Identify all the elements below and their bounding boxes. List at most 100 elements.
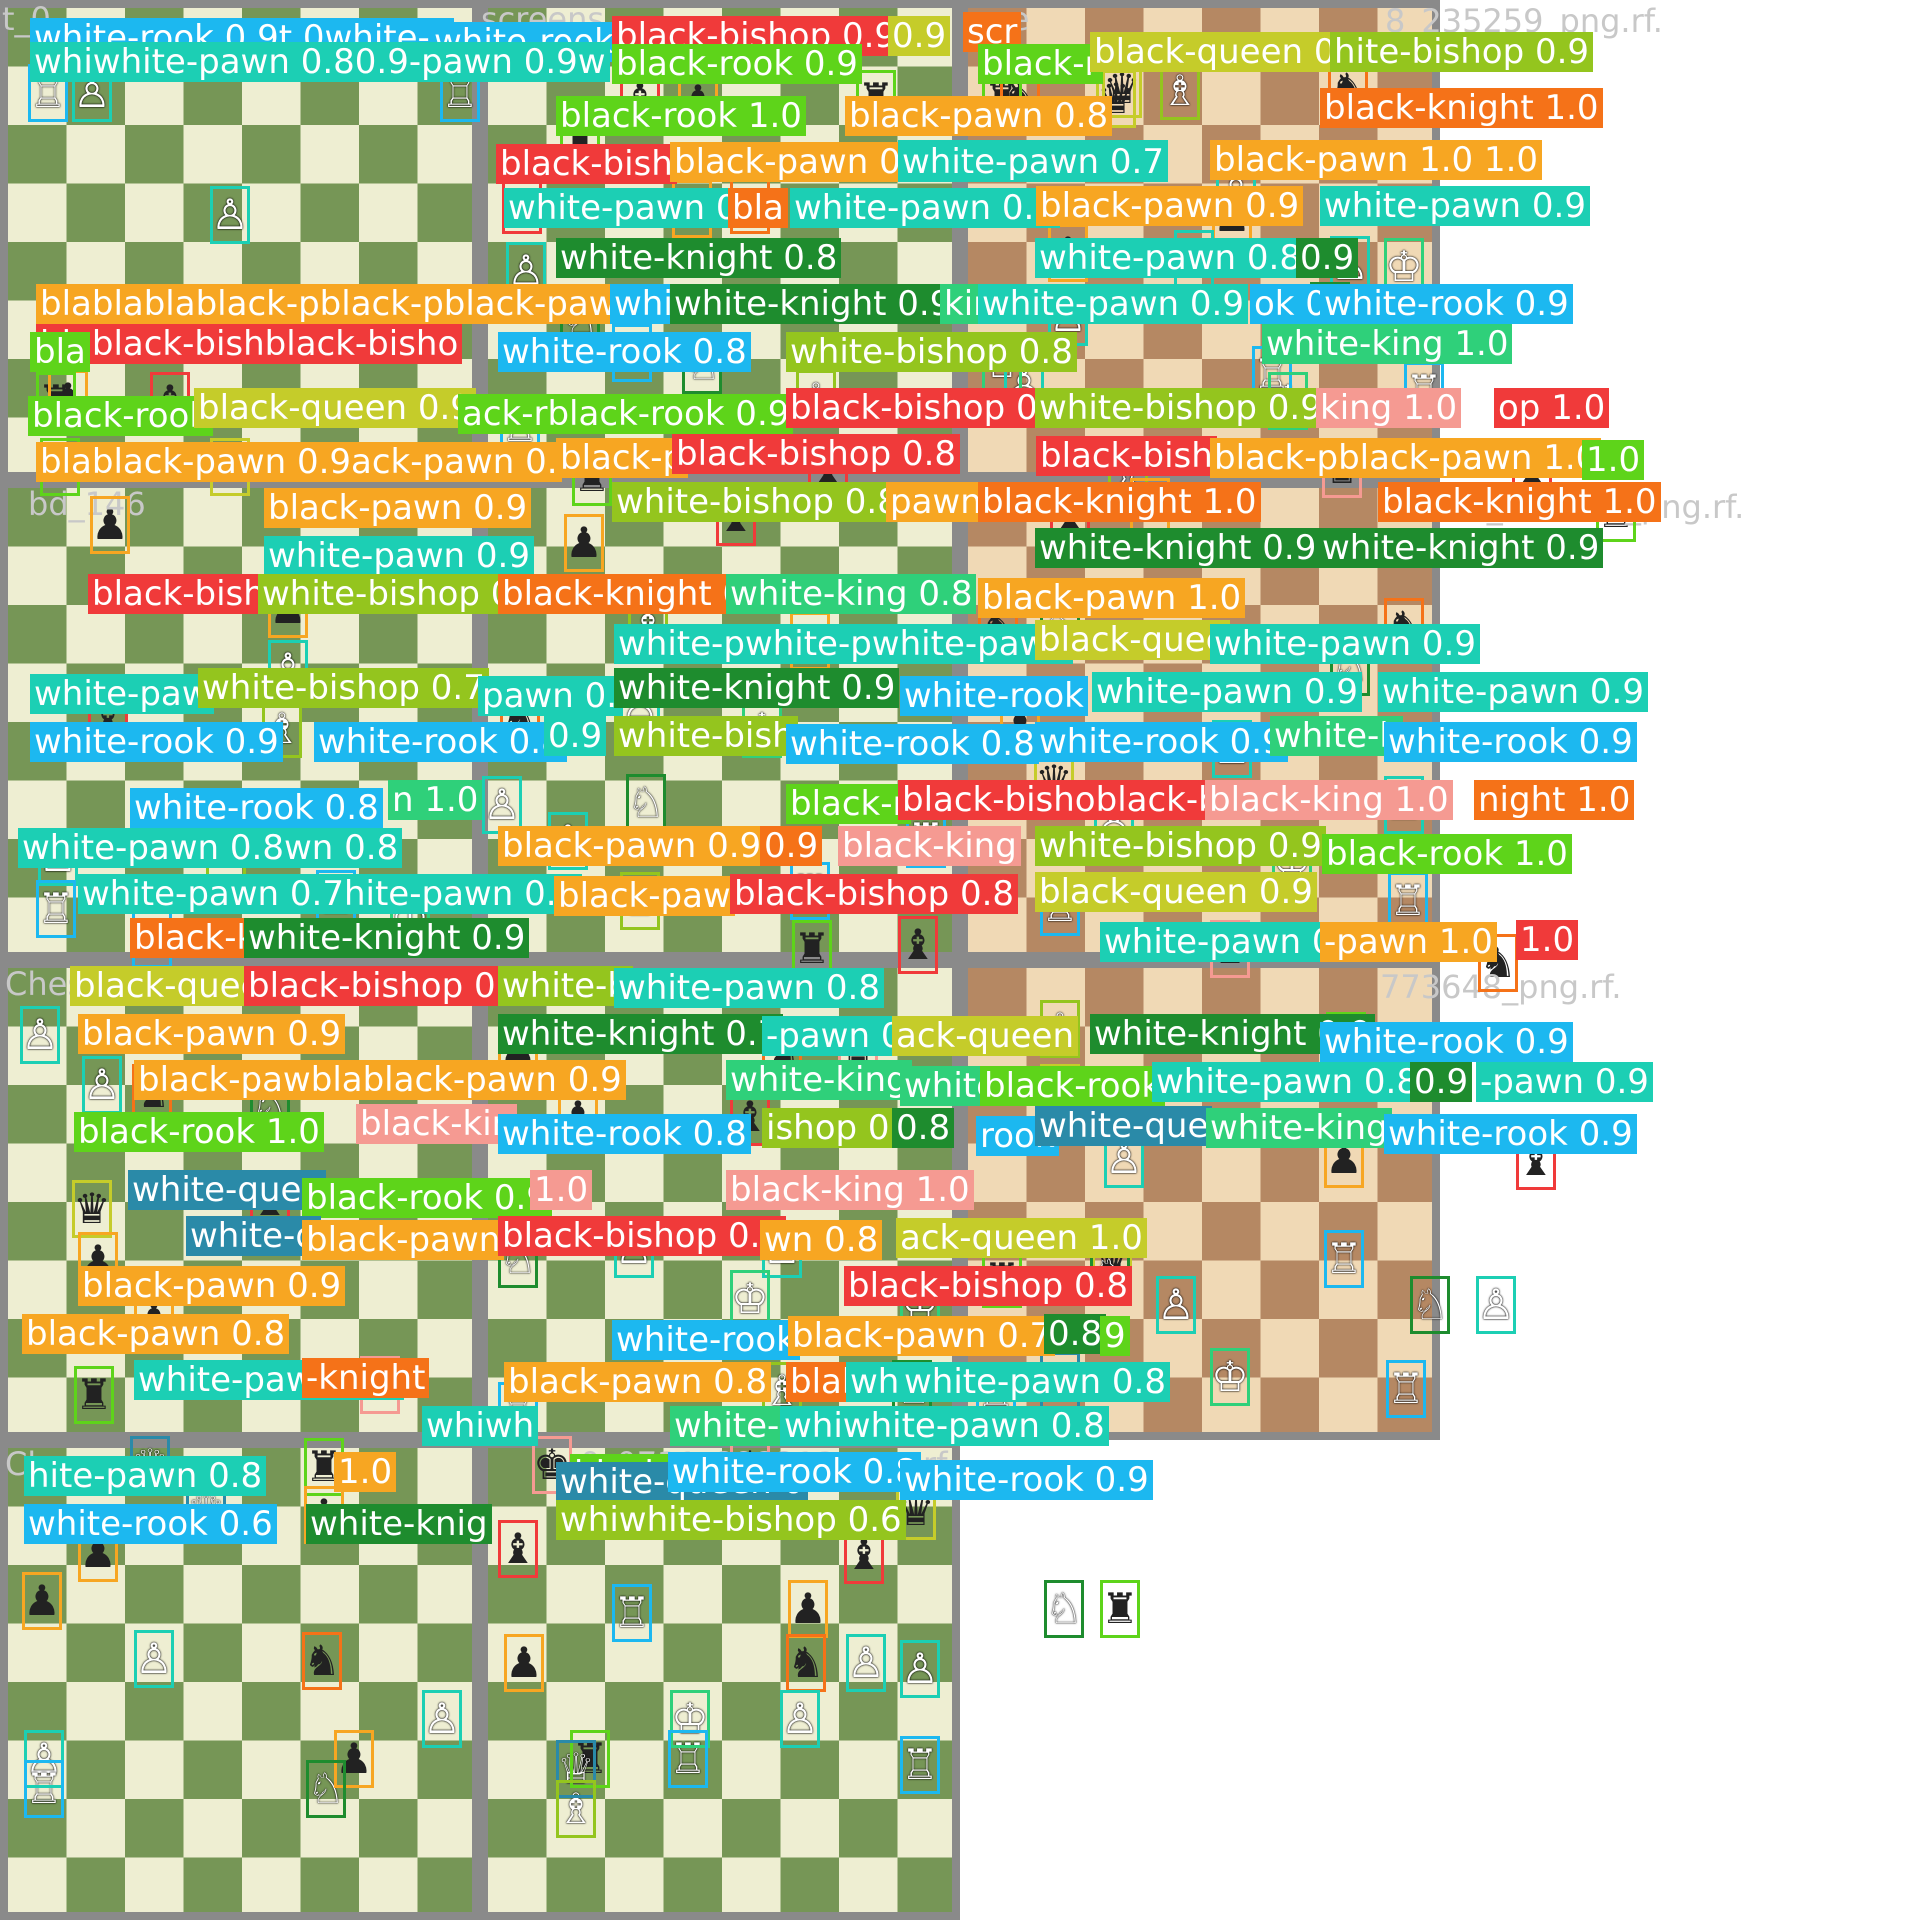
detection-label: white-pawn 0. [504,188,753,228]
detection-label: white-pawn 0.8 [790,188,1060,228]
detection-box [900,1640,940,1698]
detection-label: pawn [886,482,986,522]
detection-box [900,1736,940,1794]
detection-label: white-king [726,1060,912,1100]
detection-label: white-rook 0.8 [498,332,751,372]
detection-box [134,1630,174,1688]
detection-label: hite-bishop 0.9 [1330,32,1594,72]
detection-label: white-knight 0.9 [670,284,956,324]
detection-label: whiwhite-bishop 0.6 [556,1500,906,1540]
detection-label: white-knight 0.8 [556,238,842,278]
detection-label: black-bishop 0.8 [730,874,1019,914]
detection-label: op 1.0 [1494,388,1610,428]
detection-box [612,1584,652,1642]
detection-box [302,1632,342,1690]
detection-label: ack-queen 1.0 [896,1218,1147,1258]
detection-label: white-pwhite-pwhite-pawn [614,624,1073,664]
detection-label: black-pawn 0.9 [498,826,766,866]
detection-label: black-r [978,44,1103,84]
detection-box [20,1006,60,1064]
detection-box [1476,1276,1516,1334]
detection-box [1210,1348,1250,1406]
detection-label: white-rook [900,676,1088,716]
detection-label: white-knight 0.9 [1035,528,1321,568]
detection-label: white-rook 0.9 [1384,722,1637,762]
detection-label: -pawn 1.0 [1320,922,1497,962]
detection-label: black-bishop 0.8 [498,1216,787,1256]
detection-label: black-p [556,438,689,478]
detection-label: whiwh [422,1406,539,1446]
detection-label: black-queen 0.9 [194,388,476,428]
detection-box [90,496,130,554]
detection-box [846,1634,886,1692]
detection-box [1156,1276,1196,1334]
detection-label: white-rook 0.6 [24,1504,277,1544]
detection-label: white-pawn 0.9 [1320,186,1590,226]
detection-label: black-queen 0.9 [1035,872,1317,912]
detection-label: pawn 0. [478,676,622,716]
detection-label: white-king 1.0 [1262,324,1513,364]
detection-label: white-king 0.8 [726,574,977,614]
detection-label: black-pawn 0.9 [1036,186,1304,226]
detection-box [898,916,938,974]
detection-label: white-bishop 0 [258,574,517,614]
detection-label: white-rook 0.8 [314,722,567,762]
detection-label: white-pawn 0.8 [900,1362,1170,1402]
detection-label: white-quee [128,1170,327,1210]
detection-label: black-knight 1.0 [978,482,1261,522]
detection-label: white-pawn 0.9 [1210,624,1480,664]
detection-label: n 1.0 [388,780,483,820]
detection-label: black-pawn 0.8 [504,1362,772,1402]
detection-label: white-rook [612,1320,800,1360]
detection-label: black-bishop 0.8 [844,1266,1133,1306]
detection-label: black-pawn 0 [670,142,905,182]
detection-box [1100,1580,1140,1638]
detection-box [564,514,604,572]
detection-box [1386,1360,1426,1418]
detection-label: white-king [1206,1108,1392,1148]
detection-label: white-pawn 0.9 [1092,672,1362,712]
detection-label: white-rook 0.8 [130,788,383,828]
detection-label: whiwhite-pawn 0.80.9-pawn 0.9w [30,42,610,82]
detection-label: bla [728,188,788,228]
detection-label: blablack-bishblack-bisho [36,324,463,364]
detection-label: black-quee [1035,620,1231,660]
detection-label: black-bish [496,144,677,184]
detection-label: whi [610,284,677,324]
detection-label: white-rook 0.8 [668,1452,921,1492]
detection-label: black-rook 1.0 [556,96,806,136]
detection-label: white-bishop 0.7 [198,668,489,708]
detection-box [668,1730,708,1788]
detection-label: black-rook 0.9 [302,1178,552,1218]
detection-box [498,1520,538,1578]
detection-label: 0.9 [760,826,823,866]
detection-label: blablack-pawn 0.9ack-pawn 0. [36,442,562,482]
detection-label: -pawn 0.9 [1476,1062,1653,1102]
detection-box [1044,1580,1084,1638]
detection-label: black-rook 1.0 [74,1112,324,1152]
detection-label: wn 0.8 [760,1220,883,1260]
detection-label: black-pawn 0.9 [264,488,532,528]
detection-label: black-pawn 1.0 1.0 [1210,140,1543,180]
detection-label: white-b [498,966,633,1006]
detection-label: white-rook 0.9 [900,1460,1153,1500]
detection-label: white-pawn 0.8wn 0.8 [18,828,403,868]
detection-box [780,1690,820,1748]
detection-label: black-pawn 0.8 [845,96,1113,136]
detection-label: white-pawn 0.8 [1152,1062,1422,1102]
detection-box [626,774,666,832]
detection-box [504,1634,544,1692]
detection-box [1324,1230,1364,1288]
detection-box [74,1366,114,1424]
detection-label: ack-rblack-rook 0.9 [458,394,794,434]
detection-box [22,1572,62,1630]
detection-box [210,186,250,244]
detection-label: white-que [1035,1106,1213,1146]
detection-label: white-rook 0.9 [1320,284,1573,324]
detection-label: black-knight 0 [498,574,749,614]
detection-label: 9 [1100,1316,1130,1356]
detection-label: black-pawn 0.9 [78,1014,346,1054]
detection-label: black-knight 1.0 [1320,88,1603,128]
detection-label: black-k [130,918,261,958]
detection-label: black-pawn 1.0 [978,578,1246,618]
